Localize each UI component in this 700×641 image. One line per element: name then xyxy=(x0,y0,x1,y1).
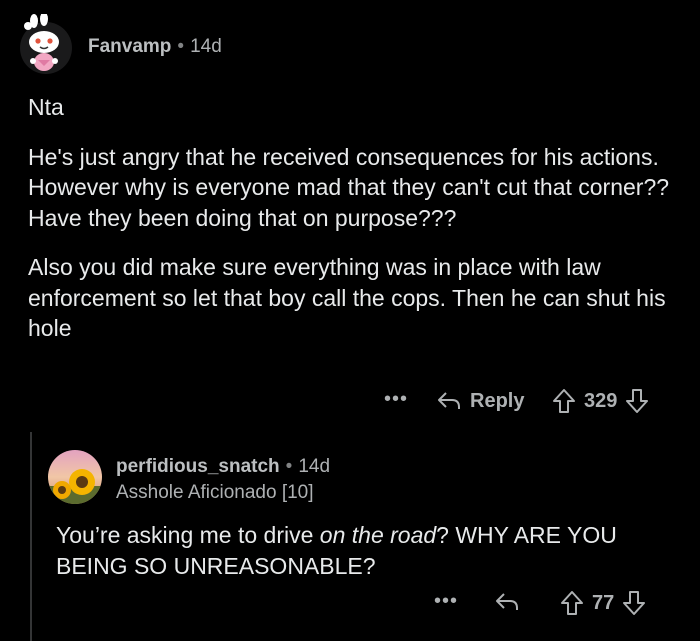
meta-separator: • xyxy=(177,36,185,57)
comment-body: Nta He's just angry that he received con… xyxy=(28,92,678,363)
reply-text-start: You’re asking me to drive xyxy=(56,522,320,548)
more-options-button[interactable]: ••• xyxy=(384,388,408,411)
reply-body: You’re asking me to drive on the road? W… xyxy=(56,520,676,582)
reply-arrow-icon xyxy=(438,392,460,409)
comment-username[interactable]: Fanvamp xyxy=(88,36,171,57)
snoo-avatar-icon[interactable] xyxy=(20,12,72,76)
comment-age: 14d xyxy=(190,36,222,57)
comment-meta: Fanvamp • 14d xyxy=(88,36,222,58)
sunflower-avatar-icon[interactable] xyxy=(48,450,102,504)
downvote-arrow-icon[interactable] xyxy=(625,388,649,414)
reply-meta: perfidious_snatch • 14d xyxy=(116,456,330,478)
vote-score: 329 xyxy=(584,389,618,412)
reply-username[interactable]: perfidious_snatch xyxy=(116,456,280,477)
comment-paragraph: Nta xyxy=(28,94,64,120)
comment-actions: ••• Reply 329 xyxy=(0,386,700,416)
reply-arrow-icon[interactable] xyxy=(494,591,520,613)
reply-label: Reply xyxy=(470,389,525,412)
more-options-button[interactable]: ••• xyxy=(434,590,458,613)
downvote-arrow-icon[interactable] xyxy=(622,590,646,616)
upvote-arrow-icon[interactable] xyxy=(560,590,584,616)
upvote-arrow-icon[interactable] xyxy=(552,388,576,414)
top-comment: Fanvamp • 14d Nta He's just angry that he … xyxy=(0,0,700,430)
reply-actions: ••• 77 xyxy=(0,588,700,618)
vote-controls: 329 xyxy=(552,386,649,416)
comment-paragraph: Also you did make sure everything was in… xyxy=(28,254,666,341)
reply-text-italic: on the road xyxy=(319,522,437,548)
user-flair: Asshole Aficionado [10] xyxy=(116,482,314,503)
vote-controls: 77 xyxy=(560,588,646,618)
vote-score: 77 xyxy=(592,591,615,614)
meta-separator: • xyxy=(285,456,293,477)
comment-paragraph: He's just angry that he received consequ… xyxy=(28,143,670,231)
reply-button[interactable]: Reply xyxy=(436,386,524,416)
reply-age: 14d xyxy=(298,456,331,477)
